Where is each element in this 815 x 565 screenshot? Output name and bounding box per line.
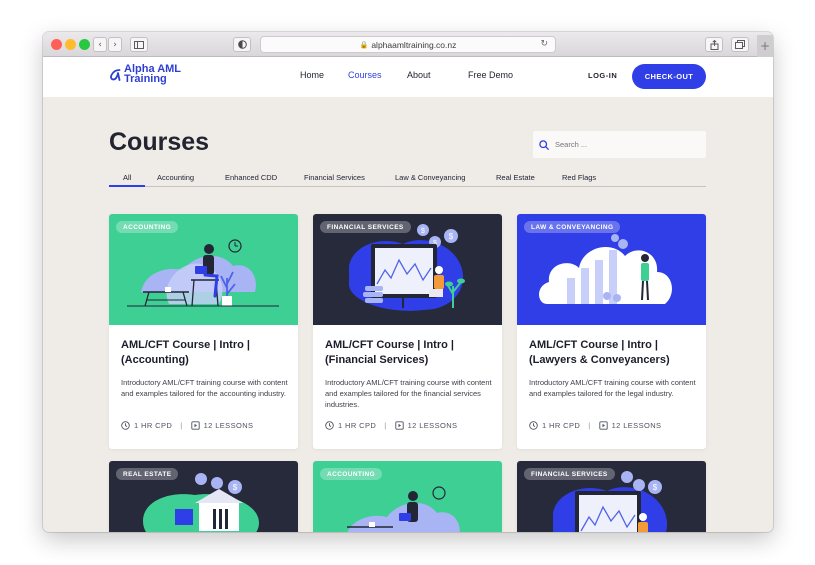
course-card-law-conveyancing[interactable]: LAW & CONVEYANCING AML/CFT Course | Intr… (517, 214, 706, 449)
tab-all[interactable]: All (123, 173, 131, 182)
card-illustration: ACCOUNTING (313, 461, 502, 532)
search-icon (539, 139, 549, 150)
category-badge: ACCOUNTING (116, 221, 179, 233)
back-button[interactable]: ‹ (93, 37, 107, 52)
svg-text:$: $ (421, 228, 425, 235)
course-description: Introductory AML/CFT training course wit… (121, 378, 288, 398)
logo[interactable]: Alpha AML Training (109, 64, 181, 85)
cpd-hours: 1 HR CPD (338, 421, 377, 430)
course-description: Introductory AML/CFT training course wit… (325, 378, 492, 409)
card-illustration: ACCOUNTING (109, 214, 298, 325)
course-meta: 1 HR CPD | 12 LESSONS (325, 421, 457, 430)
clock-icon (325, 421, 334, 430)
category-badge: ACCOUNTING (320, 468, 383, 480)
tab-financial-services[interactable]: Financial Services (304, 173, 365, 182)
lesson-count: 12 LESSONS (407, 421, 458, 430)
lessons-icon (598, 421, 608, 430)
close-window-button[interactable] (51, 39, 62, 50)
lessons-icon (394, 421, 404, 430)
card-illustration: LAW & CONVEYANCING (517, 214, 706, 325)
cpd-hours: 1 HR CPD (542, 421, 581, 430)
tab-real-estate[interactable]: Real Estate (496, 173, 535, 182)
tab-law-conveyancing[interactable]: Law & Conveyancing (395, 173, 465, 182)
card-illustration: $ REAL ESTATE (109, 461, 298, 532)
share-icon (710, 39, 718, 50)
lessons-icon (190, 421, 200, 430)
course-card-financial-services[interactable]: $ $ $ FINANCIAL SERVICES AML/CFT Course … (313, 214, 502, 449)
reload-icon[interactable]: ↻ (540, 39, 548, 49)
sidebar-icon (134, 40, 144, 49)
course-title[interactable]: AML/CFT Course | Intro | (Financial Serv… (325, 338, 495, 368)
course-meta: 1 HR CPD | 12 LESSONS (529, 421, 661, 430)
course-card-accounting-2[interactable]: ACCOUNTING (313, 461, 502, 532)
cpd-hours: 1 HR CPD (134, 421, 173, 430)
card-illustration: $ FINANCIAL SERVICES (517, 461, 706, 532)
lesson-count: 12 LESSONS (611, 421, 662, 430)
tabs-overview-button[interactable] (731, 37, 749, 52)
new-tab-button[interactable]: + (757, 35, 773, 57)
category-badge: LAW & CONVEYANCING (524, 221, 621, 233)
privacy-button[interactable] (233, 37, 251, 52)
clock-icon (529, 421, 538, 430)
course-card-financial-services-2[interactable]: $ FINANCIAL SERVICES (517, 461, 706, 532)
svg-text:$: $ (653, 483, 658, 492)
tabs-icon (735, 40, 745, 49)
course-title[interactable]: AML/CFT Course | Intro | (Lawyers & Conv… (529, 338, 699, 368)
nav-courses[interactable]: Courses (348, 70, 382, 80)
search-input[interactable] (553, 139, 693, 150)
plus-icon: + (759, 39, 771, 53)
url-text: alphaamltraining.co.nz (371, 39, 457, 50)
category-badge: FINANCIAL SERVICES (320, 221, 411, 233)
card-illustration: $ $ $ FINANCIAL SERVICES (313, 214, 502, 325)
meta-separator: | (384, 421, 387, 430)
tab-accounting[interactable]: Accounting (157, 173, 194, 182)
course-card-real-estate[interactable]: $ REAL ESTATE (109, 461, 298, 532)
active-tab-indicator (109, 185, 145, 187)
meta-separator: | (588, 421, 591, 430)
svg-text:$: $ (233, 483, 238, 492)
minimize-window-button[interactable] (65, 39, 76, 50)
sidebar-button[interactable] (130, 37, 148, 52)
course-title[interactable]: AML/CFT Course | Intro | (Accounting) (121, 338, 291, 368)
course-description: Introductory AML/CFT training course wit… (529, 378, 696, 398)
checkout-button[interactable]: CHECK-OUT (632, 64, 706, 89)
tab-enhanced-cdd[interactable]: Enhanced CDD (225, 173, 277, 182)
logo-text: Alpha AML Training (124, 64, 181, 85)
nav-free-demo[interactable]: Free Demo (468, 70, 513, 80)
category-badge: REAL ESTATE (116, 468, 179, 480)
site-header: Alpha AML Training Home Courses About Fr… (43, 57, 773, 97)
zoom-window-button[interactable] (79, 39, 90, 50)
chevron-left-icon: ‹ (98, 39, 102, 50)
login-link[interactable]: LOG-IN (588, 71, 617, 80)
forward-button[interactable]: › (108, 37, 122, 52)
logo-line-2: Training (124, 73, 167, 85)
lock-icon: 🔒 (359, 41, 369, 49)
clock-icon (121, 421, 130, 430)
course-card-accounting[interactable]: ACCOUNTING AML/CFT Course | Intro | (Acc… (109, 214, 298, 449)
svg-text:$: $ (449, 232, 454, 241)
browser-window: ‹ › 🔒 alphaamltraining.co.nz ↻ + Alpha A… (43, 32, 773, 532)
address-bar[interactable]: 🔒 alphaamltraining.co.nz ↻ (260, 36, 556, 53)
page-title: Courses (109, 128, 210, 156)
shield-icon (237, 40, 247, 49)
lesson-count: 12 LESSONS (203, 421, 254, 430)
meta-separator: | (180, 421, 183, 430)
chevron-right-icon: › (113, 39, 117, 50)
category-tabs: All Accounting Enhanced CDD Financial Se… (109, 173, 706, 187)
nav-home[interactable]: Home (300, 70, 324, 80)
tab-red-flags[interactable]: Red Flags (562, 173, 596, 182)
browser-toolbar: ‹ › 🔒 alphaamltraining.co.nz ↻ + (43, 32, 773, 57)
course-meta: 1 HR CPD | 12 LESSONS (121, 421, 253, 430)
category-badge: FINANCIAL SERVICES (524, 468, 615, 480)
search-box[interactable] (533, 131, 706, 158)
alpha-logo-icon (110, 68, 121, 81)
nav-about[interactable]: About (407, 70, 431, 80)
share-button[interactable] (705, 37, 723, 52)
